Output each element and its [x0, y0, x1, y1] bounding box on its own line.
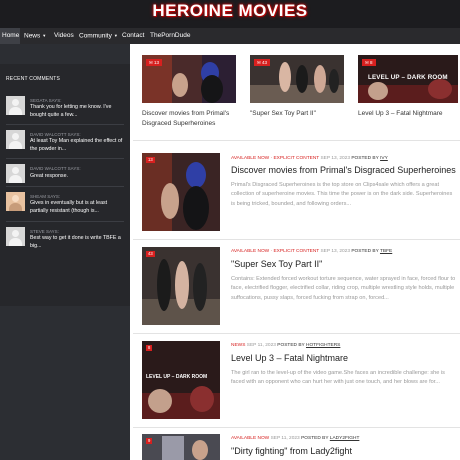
- site-title[interactable]: HEROINE MOVIES: [0, 1, 460, 21]
- post-image: [142, 434, 220, 460]
- divider: [133, 333, 460, 334]
- post-author[interactable]: IVY: [380, 156, 388, 161]
- post-thumbnail[interactable]: 43: [142, 247, 220, 325]
- post-image: [142, 341, 220, 419]
- avatar: [6, 130, 25, 149]
- comment-text[interactable]: Best way to get it done is write TBFE a …: [30, 235, 126, 250]
- post-category[interactable]: AVAILABLE NOW: [231, 436, 269, 441]
- post-image: [142, 153, 220, 231]
- comment-author[interactable]: SHEAM SAYS:: [30, 194, 60, 199]
- chevron-down-icon: ▼: [113, 33, 118, 38]
- post-image: [142, 247, 220, 325]
- post-date: SEP 13, 2023: [320, 249, 351, 254]
- comment-text[interactable]: Great response.: [30, 173, 126, 181]
- featured-title[interactable]: Discover movies from Primal's Disgraced …: [142, 109, 242, 129]
- avatar: [6, 227, 25, 246]
- posted-by-label: POSTED BY: [351, 156, 379, 161]
- comment-count-badge: 13: [146, 157, 155, 163]
- divider: [133, 239, 460, 240]
- divider: [133, 140, 460, 141]
- nav-videos[interactable]: Videos: [54, 28, 74, 44]
- divider: [6, 221, 124, 222]
- comment-count-badge: 9: [146, 438, 153, 444]
- avatar: [6, 192, 25, 211]
- post-date: SEP 11, 2023: [246, 343, 276, 348]
- comment-author[interactable]: DAVID WALCOTT SAYS:: [30, 132, 81, 137]
- nav-contact[interactable]: Contact: [122, 28, 144, 44]
- post-thumbnail[interactable]: LEVEL UP – DARK ROOM 8: [142, 341, 220, 419]
- post-date: SEP 11, 2023: [270, 436, 300, 441]
- comment-text[interactable]: At least Toy Man explained the effect of…: [30, 138, 126, 153]
- comment-text[interactable]: Thank you for letting me know. I've boug…: [30, 104, 126, 119]
- divider: [6, 158, 124, 159]
- comment-author[interactable]: SEGATA SAYS:: [30, 98, 62, 103]
- post-author[interactable]: LADY2FIGHT: [330, 436, 360, 441]
- recent-comments-heading: RECENT COMMENTS: [6, 76, 61, 82]
- posted-by-label: POSTED BY: [301, 436, 329, 441]
- featured-thumbnail[interactable]: ✉ 43: [250, 55, 344, 103]
- post-meta: NEWS SEP 11, 2023 POSTED BY HOTFIGHTERS: [231, 343, 340, 348]
- thumbnail-overlay-text: LEVEL UP – DARK ROOM: [368, 74, 448, 81]
- nav-community[interactable]: Community ▼: [79, 28, 118, 44]
- comment-count: 8: [148, 345, 151, 350]
- comment-count-badge: ✉ 43: [254, 59, 271, 66]
- post-author[interactable]: HOTFIGHTERS: [306, 343, 340, 348]
- post-excerpt: The girl ran to the level-up of the vide…: [231, 370, 445, 386]
- post-title[interactable]: Level Up 3 – Fatal Nightmare: [231, 353, 348, 363]
- nav-theporndude-label: ThePornDude: [150, 32, 191, 39]
- divider: [133, 427, 460, 428]
- posted-by-label: POSTED BY: [277, 343, 305, 348]
- comment-count: 13: [154, 60, 160, 65]
- post-title[interactable]: Discover movies from Primal's Disgraced …: [231, 165, 456, 175]
- post-date: SEP 13, 2023: [320, 156, 351, 161]
- post-category[interactable]: NEWS: [231, 343, 245, 348]
- comment-author[interactable]: STEVE SAYS:: [30, 229, 59, 234]
- comment-count-badge: ✉ 8: [362, 59, 376, 66]
- posted-by-label: POSTED BY: [351, 249, 379, 254]
- post-excerpt: Contains: Extended forced workout tortur…: [231, 276, 456, 301]
- main-nav: Home News ▼ Videos Community ▼ Contact The…: [0, 28, 460, 44]
- post-thumbnail[interactable]: 9: [142, 434, 220, 460]
- divider: [6, 124, 124, 125]
- nav-videos-label: Videos: [54, 32, 74, 39]
- nav-community-label: Community: [79, 32, 112, 40]
- comment-count-badge: 8: [146, 345, 153, 351]
- comment-count: 8: [370, 60, 373, 65]
- comment-count: 13: [148, 157, 153, 162]
- post-meta: AVAILABLE NOW · EXPLICIT CONTENT SEP 13,…: [231, 156, 388, 161]
- nav-news-label: News: [24, 32, 41, 40]
- thumbnail-overlay-text: LEVEL UP – DARK ROOM: [146, 374, 208, 380]
- post-thumbnail[interactable]: 13: [142, 153, 220, 231]
- featured-title[interactable]: Level Up 3 – Fatal Nightmare: [358, 109, 458, 119]
- post-title[interactable]: "Super Sex Toy Part II": [231, 259, 322, 269]
- avatar: [6, 96, 25, 115]
- nav-home-label: Home: [2, 32, 20, 39]
- site-header: HEROINE MOVIES: [0, 0, 460, 28]
- post-meta: AVAILABLE NOW SEP 11, 2023 POSTED BY LAD…: [231, 436, 359, 441]
- post-title[interactable]: "Dirty fighting" from Lady2fight: [231, 446, 352, 456]
- nav-news[interactable]: News ▼: [24, 28, 46, 44]
- comment-count-badge: ✉ 13: [146, 59, 163, 66]
- comment-text[interactable]: Gives in eventually but is at least part…: [30, 200, 126, 215]
- chevron-down-icon: ▼: [42, 33, 47, 38]
- featured-thumbnail[interactable]: LEVEL UP – DARK ROOM ✉ 8: [358, 55, 458, 103]
- featured-thumbnail[interactable]: ✉ 13: [142, 55, 236, 103]
- comment-count-badge: 43: [146, 251, 155, 257]
- comment-count: 43: [148, 251, 153, 256]
- post-author[interactable]: TBFE: [380, 249, 392, 254]
- post-meta: AVAILABLE NOW · EXPLICIT CONTENT SEP 13,…: [231, 249, 392, 254]
- post-category[interactable]: AVAILABLE NOW · EXPLICIT CONTENT: [231, 249, 319, 254]
- nav-theporndude[interactable]: ThePornDude: [150, 28, 190, 44]
- comment-count: 43: [262, 60, 268, 65]
- nav-home[interactable]: Home: [0, 28, 20, 44]
- comment-author[interactable]: DAVID WALCOTT SAYS:: [30, 166, 81, 171]
- post-excerpt: Primal's Disgraced Superheroines is the …: [231, 182, 453, 207]
- comment-count: 9: [148, 438, 151, 443]
- divider: [6, 186, 124, 187]
- featured-title[interactable]: "Super Sex Toy Part II": [250, 109, 350, 119]
- avatar: [6, 164, 25, 183]
- post-category[interactable]: AVAILABLE NOW · EXPLICIT CONTENT: [231, 156, 319, 161]
- nav-contact-label: Contact: [122, 32, 145, 39]
